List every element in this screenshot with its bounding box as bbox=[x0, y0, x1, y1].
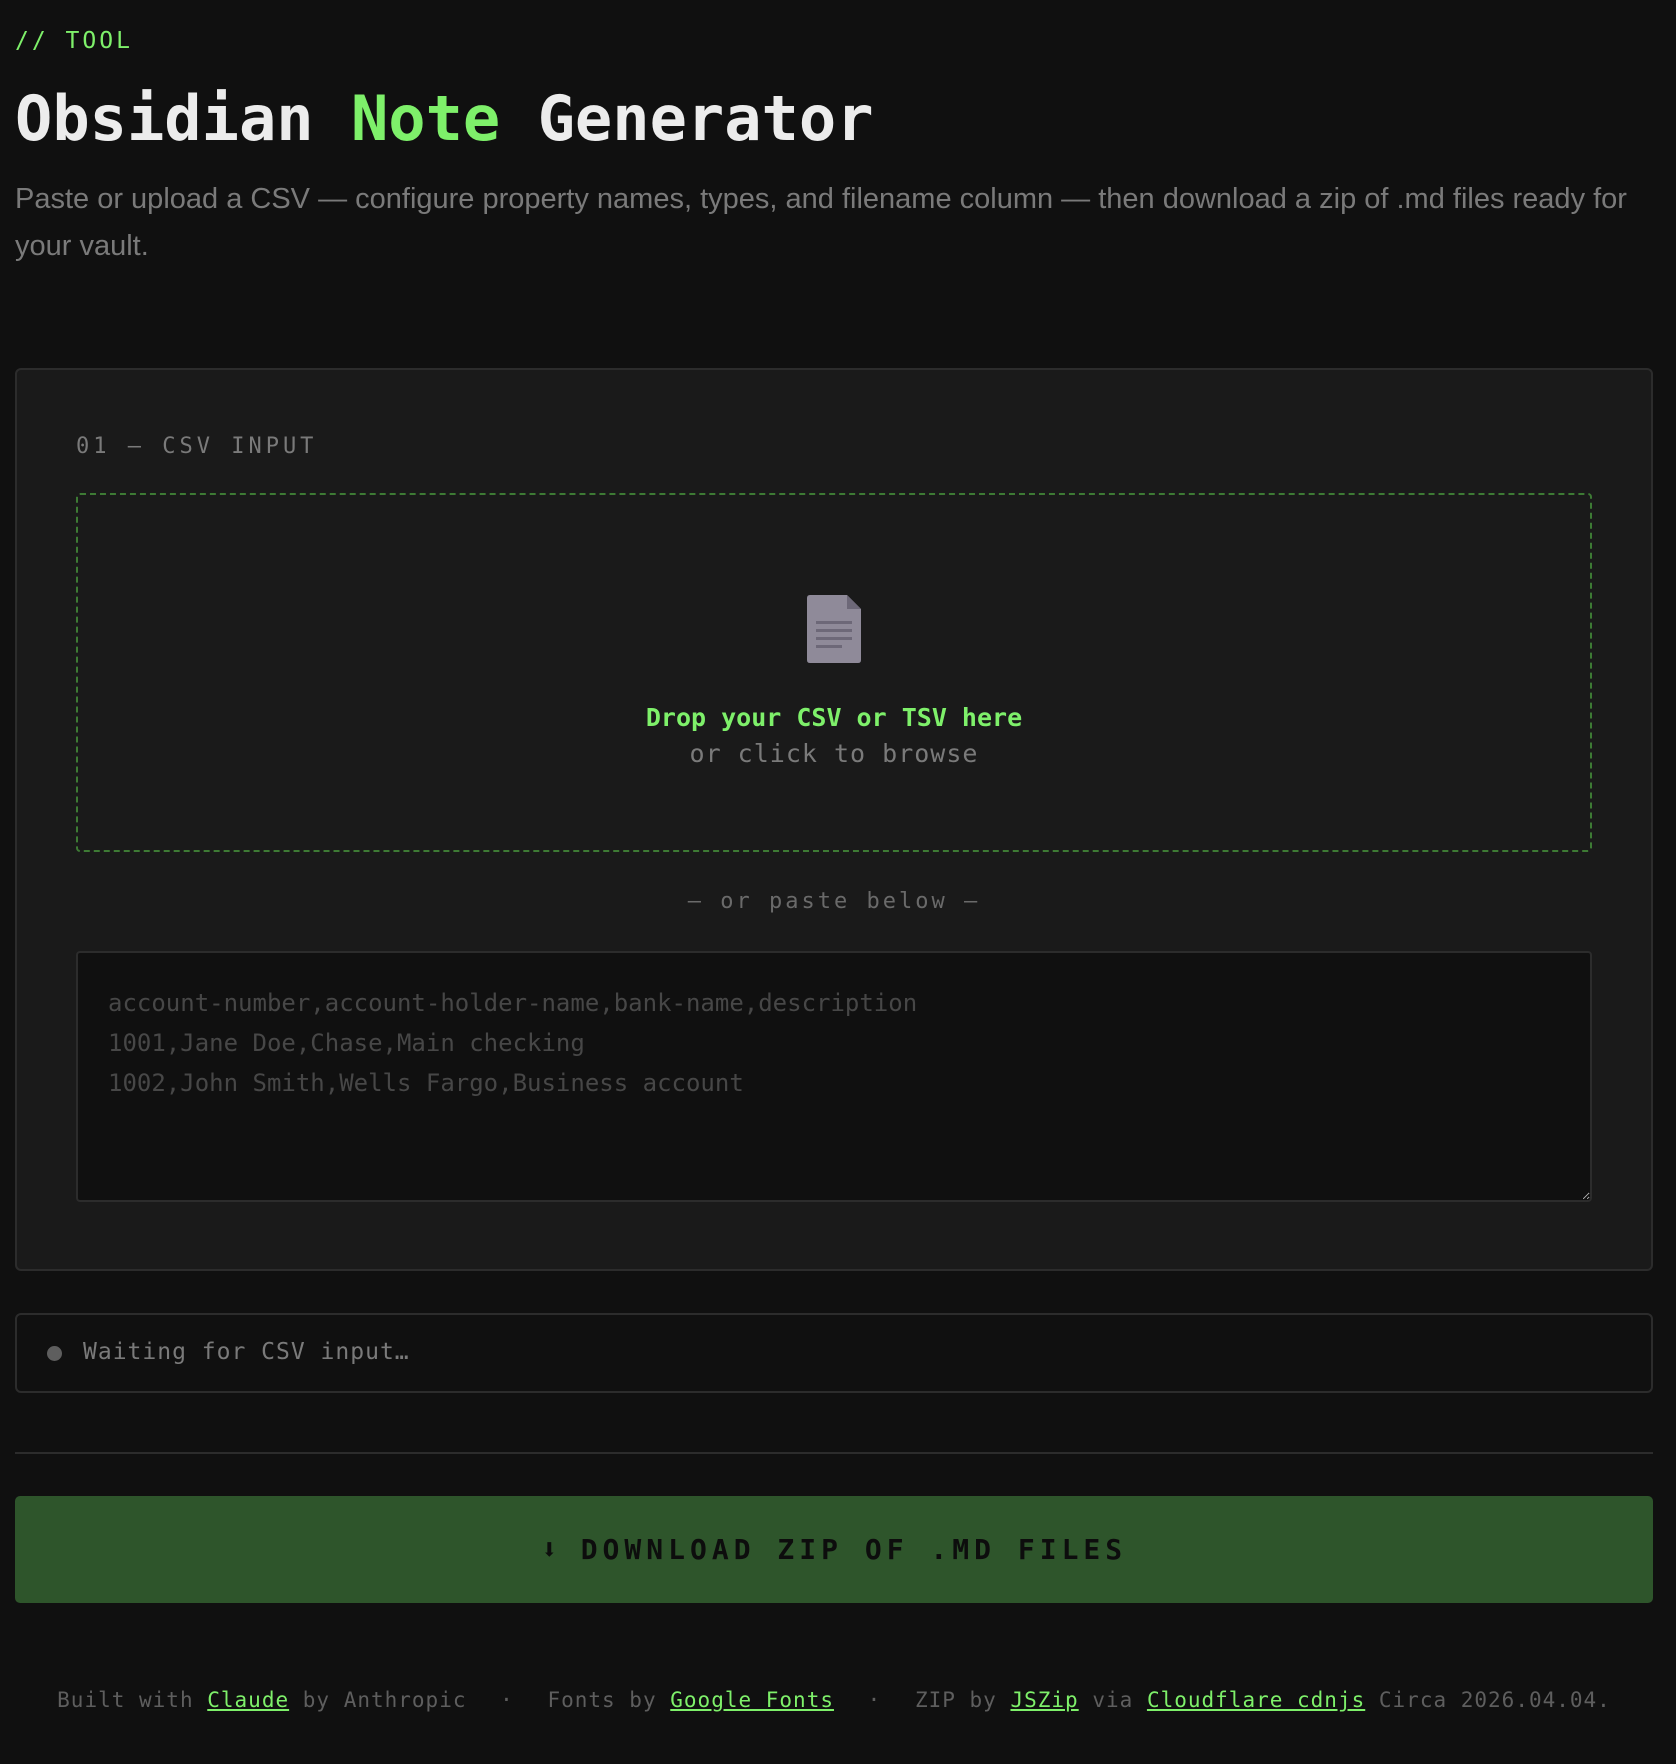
download-arrow-icon: ⬇ bbox=[540, 1533, 563, 1566]
or-paste-divider: — or paste below — bbox=[687, 889, 981, 914]
google-fonts-link[interactable]: Google Fonts bbox=[670, 1688, 834, 1712]
dropzone-title: Drop your CSV or TSV here bbox=[645, 703, 1023, 732]
cdnjs-link[interactable]: Cloudflare cdnjs bbox=[1147, 1688, 1365, 1712]
status-text: Waiting for CSV input… bbox=[83, 1339, 410, 1365]
footer-fonts-by: Fonts by bbox=[547, 1688, 657, 1712]
csv-paste-textarea[interactable] bbox=[76, 951, 1592, 1202]
jszip-link[interactable]: JSZip bbox=[1010, 1688, 1078, 1712]
footer-via: via bbox=[1092, 1688, 1134, 1712]
divider bbox=[15, 1452, 1653, 1454]
footer-by-anthropic: by Anthropic bbox=[302, 1688, 467, 1712]
document-icon bbox=[807, 595, 861, 663]
footer-zip-by: ZIP by bbox=[914, 1688, 997, 1712]
csv-dropzone[interactable]: Drop your CSV or TSV here or click to br… bbox=[76, 493, 1592, 852]
status-dot-icon bbox=[47, 1346, 62, 1361]
download-zip-button[interactable]: ⬇ DOWNLOAD ZIP OF .MD FILES bbox=[15, 1496, 1653, 1603]
title-part-1: Obsidian bbox=[15, 82, 351, 155]
claude-link[interactable]: Claude bbox=[207, 1688, 289, 1712]
footer-built-with: Built with bbox=[57, 1688, 194, 1712]
title-accent: Note bbox=[350, 82, 501, 155]
status-bar: Waiting for CSV input… bbox=[15, 1313, 1653, 1393]
eyebrow-label: // TOOL bbox=[15, 28, 133, 54]
footer: Built with Claude by Anthropic · Fonts b… bbox=[15, 1688, 1653, 1712]
footer-circa: Circa 2026.04.04. bbox=[1378, 1688, 1611, 1712]
section-label: 01 — CSV INPUT bbox=[76, 434, 318, 459]
csv-input-card: 01 — CSV INPUT Drop your CSV or TSV here… bbox=[15, 368, 1653, 1271]
footer-separator: · bbox=[867, 1688, 882, 1712]
download-button-label: DOWNLOAD ZIP OF .MD FILES bbox=[580, 1533, 1128, 1566]
dropzone-subtitle: or click to browse bbox=[689, 739, 979, 768]
page-subtitle: Paste or upload a CSV — configure proper… bbox=[15, 183, 1627, 262]
footer-separator: · bbox=[500, 1688, 514, 1712]
title-part-2: Generator bbox=[500, 82, 874, 155]
page-title: Obsidian Note Generator bbox=[15, 82, 874, 155]
